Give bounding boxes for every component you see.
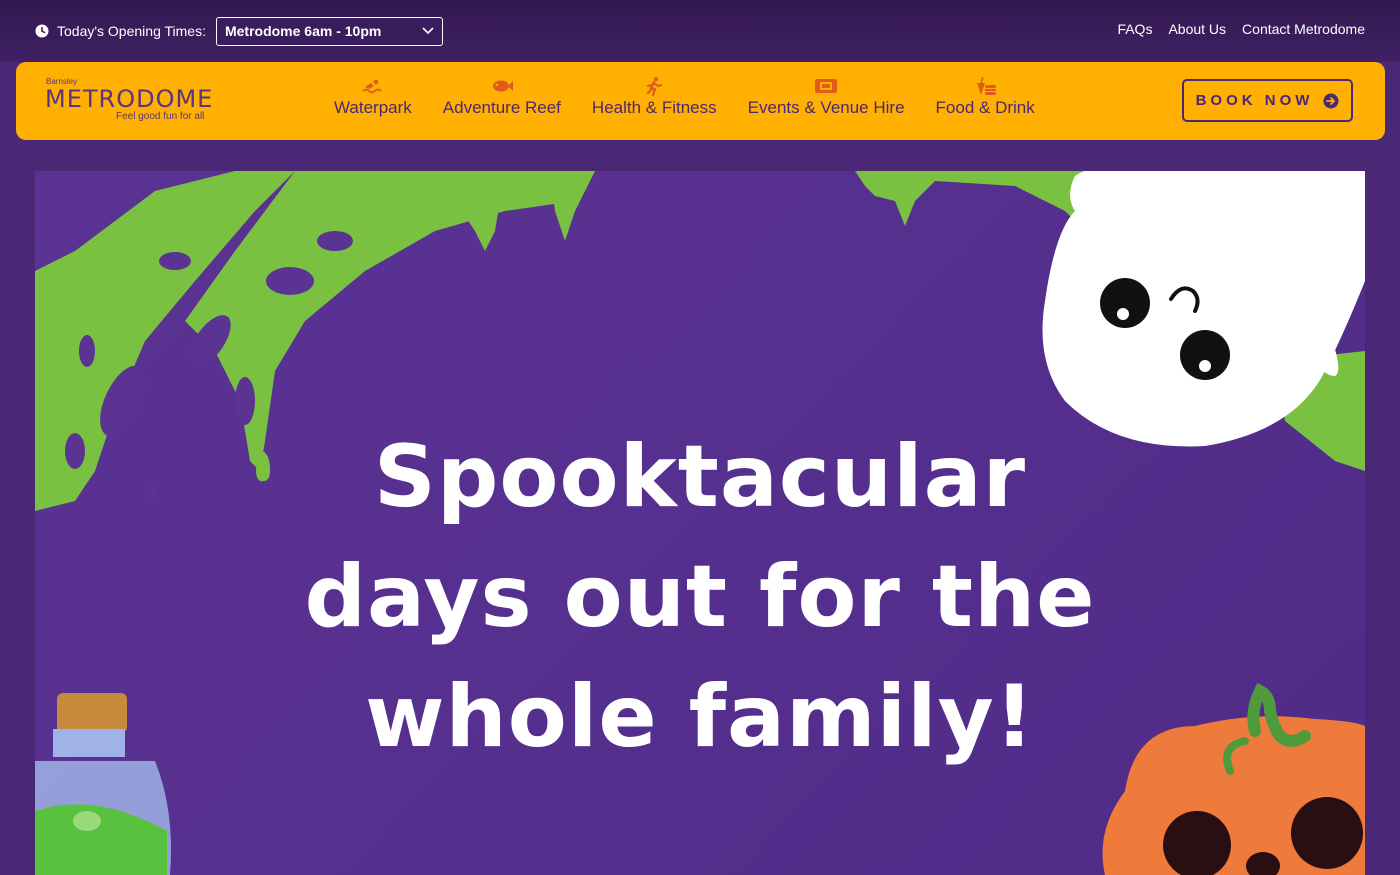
main-navbar: Barnsley METRODOME Feel good fun for all… [16, 62, 1385, 140]
chevron-down-icon [422, 27, 434, 35]
about-us-link[interactable]: About Us [1168, 21, 1226, 37]
nav-item-health-fitness[interactable]: Health & Fitness [592, 76, 717, 118]
hero-headline-line-1: Spooktacular [373, 427, 1027, 527]
utility-links: FAQs About Us Contact Metrodome [1117, 21, 1365, 37]
top-utility-bar: Today's Opening Times: Metrodome 6am - 1… [0, 0, 1400, 62]
nav-label-adventure-reef: Adventure Reef [442, 98, 561, 117]
nav-label-health-fitness: Health & Fitness [591, 98, 717, 117]
arrow-right-circle-icon [1323, 93, 1339, 108]
hero-headline-line-3: whole family! [365, 667, 1035, 767]
contact-link[interactable]: Contact Metrodome [1242, 21, 1365, 37]
book-now-button[interactable]: BOOK NOW [1182, 79, 1353, 122]
primary-nav: Waterpark Adventure Reef Health & Fitnes… [334, 76, 1066, 118]
nav-label-events-venue-hire: Events & Venue Hire [747, 98, 905, 117]
metrodome-logo[interactable]: Barnsley METRODOME Feel good fun for all [45, 77, 221, 127]
fish-icon [492, 80, 513, 92]
swimmer-icon [362, 79, 382, 94]
hero-headline-line-2: days out for the [304, 547, 1096, 647]
hero-banner: Spooktacular days out for the whole fami… [35, 171, 1365, 875]
opening-times-select[interactable]: Metrodome 6am - 10pm [215, 16, 443, 46]
clock-icon [35, 24, 49, 38]
opening-times: Today's Opening Times: Metrodome 6am - 1… [35, 16, 443, 46]
nav-item-waterpark[interactable]: Waterpark [334, 76, 412, 118]
ticket-icon [815, 79, 838, 93]
nav-item-food-drink[interactable]: Food & Drink [936, 76, 1035, 118]
hero-headline: Spooktacular days out for the whole fami… [35, 417, 1365, 777]
opening-times-label: Today's Opening Times: [57, 23, 206, 39]
faqs-link[interactable]: FAQs [1117, 21, 1152, 37]
nav-label-food-drink: Food & Drink [935, 98, 1035, 117]
logo-name: METRODOME [45, 85, 214, 113]
book-now-label: BOOK NOW [1195, 92, 1314, 109]
nav-item-events-venue-hire[interactable]: Events & Venue Hire [748, 76, 905, 118]
opening-times-value: Metrodome 6am - 10pm [224, 23, 382, 39]
nav-item-adventure-reef[interactable]: Adventure Reef [443, 76, 561, 118]
nav-label-waterpark: Waterpark [334, 98, 412, 117]
runner-icon [647, 76, 663, 96]
logo-tagline: Feel good fun for all [116, 111, 205, 122]
food-drink-icon [977, 76, 997, 95]
